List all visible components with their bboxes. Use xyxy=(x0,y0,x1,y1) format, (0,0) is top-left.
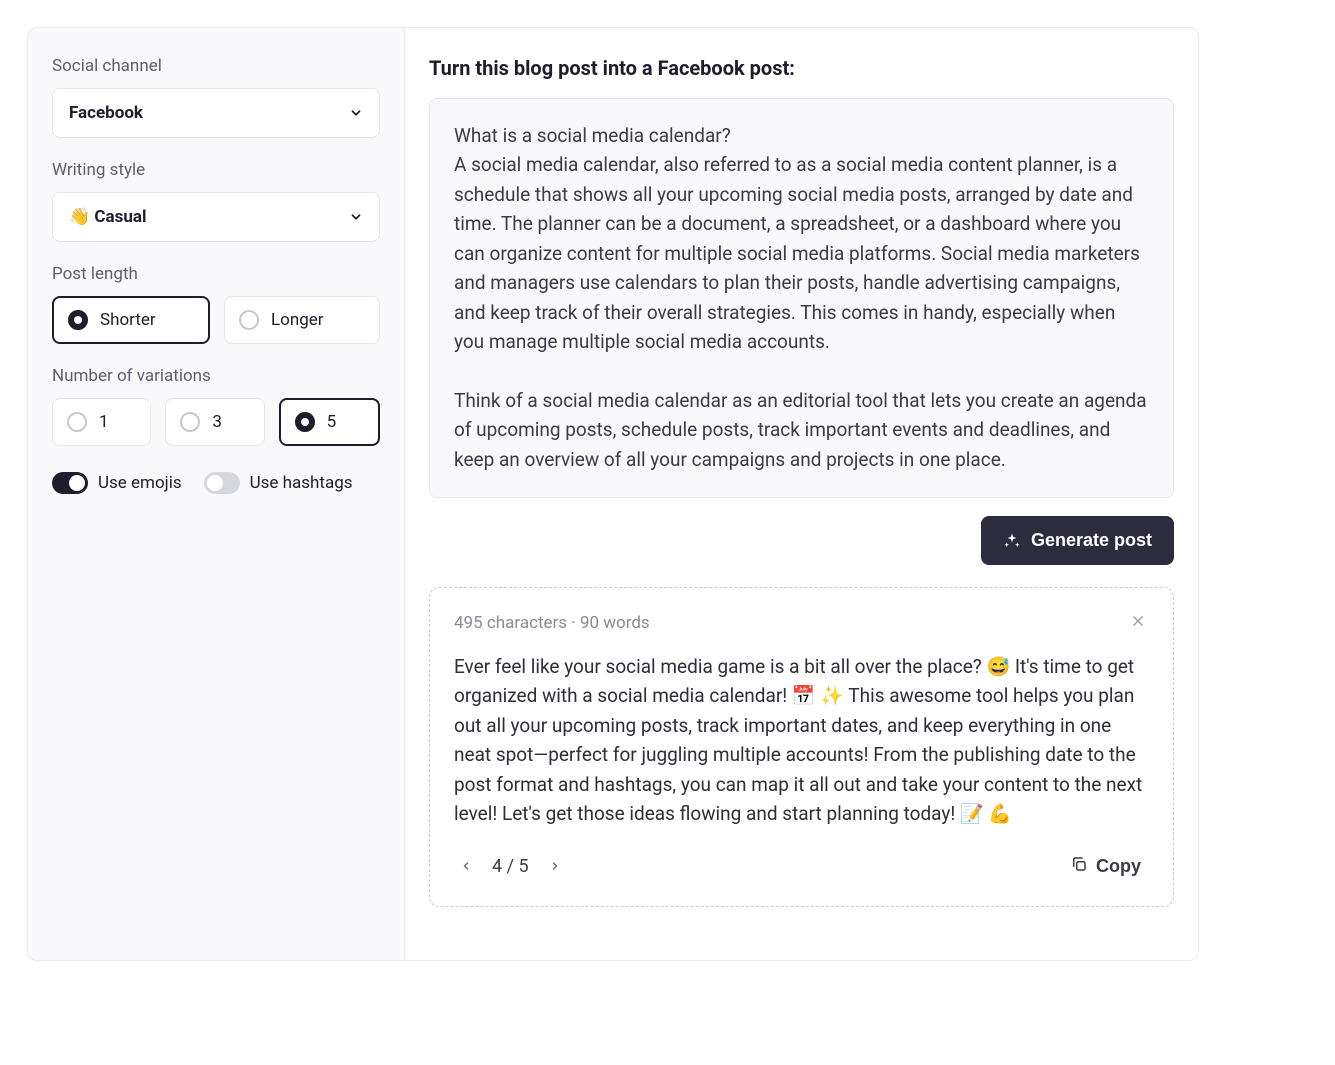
pager: 4 / 5 xyxy=(454,856,567,877)
page-title: Turn this blog post into a Facebook post… xyxy=(429,56,1174,80)
toggle-emojis-label: Use emojis xyxy=(98,473,182,493)
chevron-down-icon xyxy=(349,210,363,224)
toggles-row: Use emojis Use hashtags xyxy=(52,472,380,494)
generate-post-label: Generate post xyxy=(1031,530,1152,551)
toggle-emojis[interactable]: Use emojis xyxy=(52,472,182,494)
copy-label: Copy xyxy=(1096,856,1141,877)
post-length-label: Post length xyxy=(52,264,380,284)
generate-row: Generate post xyxy=(429,516,1174,565)
toggle-hashtags[interactable]: Use hashtags xyxy=(204,472,353,494)
social-channel-label: Social channel xyxy=(52,56,380,76)
generate-post-button[interactable]: Generate post xyxy=(981,516,1174,565)
result-text: Ever feel like your social media game is… xyxy=(454,652,1149,829)
switch-icon xyxy=(52,472,88,494)
radio-icon xyxy=(239,310,259,330)
copy-button[interactable]: Copy xyxy=(1062,849,1149,884)
radio-icon xyxy=(180,412,200,432)
pager-next-button[interactable] xyxy=(543,856,567,876)
result-meta-row: 495 characters · 90 words xyxy=(454,610,1149,636)
sparkle-icon xyxy=(1003,532,1021,550)
variations-5[interactable]: 5 xyxy=(279,398,380,446)
result-card: 495 characters · 90 words Ever feel like… xyxy=(429,587,1174,907)
post-length-option-label: Longer xyxy=(271,310,324,330)
variations-3[interactable]: 3 xyxy=(165,398,264,446)
writing-style-value-wrap: 👋 Casual xyxy=(69,207,146,227)
main-panel: Turn this blog post into a Facebook post… xyxy=(405,28,1198,960)
social-channel-value: Facebook xyxy=(69,103,143,123)
variations-option-label: 3 xyxy=(212,412,222,432)
blog-input-wrap: What is a social media calendar? A socia… xyxy=(429,98,1174,498)
result-footer: 4 / 5 Copy xyxy=(454,849,1149,884)
post-length-shorter[interactable]: Shorter xyxy=(52,296,210,344)
pager-current: 4 xyxy=(492,856,502,877)
variations-option-label: 1 xyxy=(99,412,109,432)
switch-icon xyxy=(204,472,240,494)
radio-icon xyxy=(295,412,315,432)
writing-style-select[interactable]: 👋 Casual xyxy=(52,192,380,242)
pager-position: 4 / 5 xyxy=(492,856,529,877)
post-length-option-label: Shorter xyxy=(100,310,156,330)
pager-total: 5 xyxy=(518,856,528,877)
toggle-hashtags-label: Use hashtags xyxy=(250,473,353,493)
variations-option-label: 5 xyxy=(327,412,337,432)
social-channel-select[interactable]: Facebook xyxy=(52,88,380,138)
radio-icon xyxy=(67,412,87,432)
sidebar: Social channel Facebook Writing style 👋 … xyxy=(28,28,405,960)
radio-icon xyxy=(68,310,88,330)
app-container: Social channel Facebook Writing style 👋 … xyxy=(27,27,1199,961)
copy-icon xyxy=(1070,855,1088,878)
result-meta: 495 characters · 90 words xyxy=(454,613,650,633)
blog-input[interactable]: What is a social media calendar? A socia… xyxy=(429,98,1174,498)
close-icon[interactable] xyxy=(1127,610,1149,636)
wave-emoji: 👋 xyxy=(69,207,90,227)
post-length-options: Shorter Longer xyxy=(52,296,380,344)
writing-style-value: Casual xyxy=(94,207,146,227)
variations-1[interactable]: 1 xyxy=(52,398,151,446)
writing-style-label: Writing style xyxy=(52,160,380,180)
variations-options: 1 3 5 xyxy=(52,398,380,446)
post-length-longer[interactable]: Longer xyxy=(224,296,380,344)
chevron-down-icon xyxy=(349,106,363,120)
pager-prev-button[interactable] xyxy=(454,856,478,876)
variations-label: Number of variations xyxy=(52,366,380,386)
